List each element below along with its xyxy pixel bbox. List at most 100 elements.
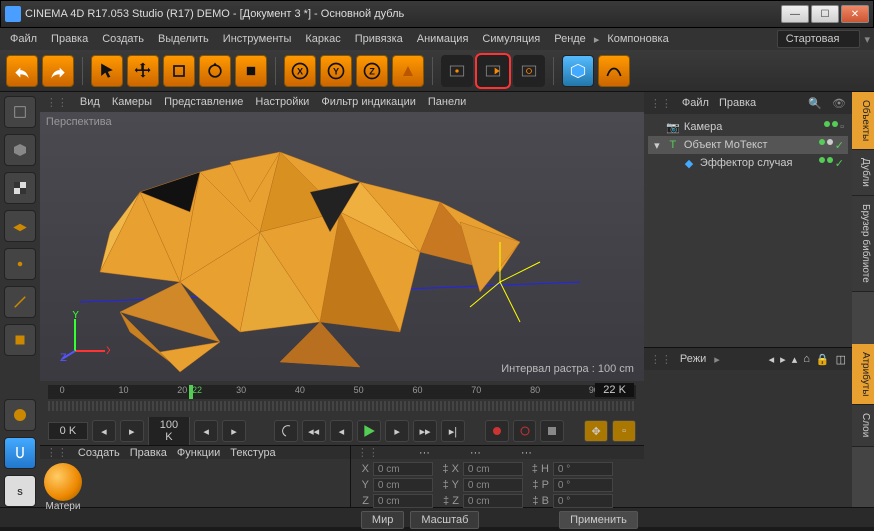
tab-layers[interactable]: Слои xyxy=(852,405,874,446)
menu-edit[interactable]: Правка xyxy=(45,31,94,47)
attr-mode[interactable]: Режи xyxy=(680,353,706,365)
workplane-button[interactable] xyxy=(4,210,36,242)
edge-mode-button[interactable] xyxy=(4,286,36,318)
timeline[interactable]: 0 10 20 22 30 40 50 60 70 80 90 22 K xyxy=(40,381,644,417)
home-icon[interactable]: ⌂ xyxy=(803,353,810,366)
mat-edit[interactable]: Правка xyxy=(130,447,167,459)
coord-h0[interactable]: ··· xyxy=(419,447,430,459)
start-frame[interactable]: 0 K xyxy=(48,422,88,440)
minimize-button[interactable]: — xyxy=(781,5,809,23)
x-axis-button[interactable]: X xyxy=(284,55,316,87)
next-range-icon[interactable]: ▸ xyxy=(120,420,144,442)
recent-tool[interactable] xyxy=(235,55,267,87)
pos-y[interactable] xyxy=(373,478,433,492)
next-frame-button[interactable]: ▸ xyxy=(385,420,409,442)
rot-b[interactable] xyxy=(553,494,613,508)
mat-create[interactable]: Создать xyxy=(78,447,120,459)
move-key-button[interactable]: ✥ xyxy=(584,420,608,442)
scale-tool[interactable] xyxy=(163,55,195,87)
size-x[interactable] xyxy=(463,462,523,476)
spline-button[interactable] xyxy=(598,55,630,87)
pos-z[interactable] xyxy=(373,494,433,508)
menu-select[interactable]: Выделить xyxy=(152,31,215,47)
make-editable-button[interactable] xyxy=(4,96,36,128)
nav-back-icon[interactable]: ◂ xyxy=(769,353,775,366)
prev-range-icon[interactable]: ◂ xyxy=(92,420,116,442)
menu-tools[interactable]: Инструменты xyxy=(217,31,298,47)
texture-mode-button[interactable] xyxy=(4,172,36,204)
object-tree[interactable]: 📷 Камера ▫ ▾ T Объект МоТекст ✓ ◆ Эффект… xyxy=(644,114,852,347)
autokey-button[interactable] xyxy=(513,420,537,442)
menu-render[interactable]: Ренде xyxy=(548,31,592,47)
redo-button[interactable] xyxy=(42,55,74,87)
render-view-button[interactable] xyxy=(441,55,473,87)
tab-takes[interactable]: Дубли xyxy=(852,150,874,196)
z-axis-button[interactable]: Z xyxy=(356,55,388,87)
tweak-button[interactable] xyxy=(4,399,36,431)
tab-attributes[interactable]: Атрибуты xyxy=(852,344,874,405)
coord-h1[interactable]: ··· xyxy=(470,447,481,459)
rot-h[interactable] xyxy=(553,462,613,476)
nav-fwd-icon[interactable]: ▸ xyxy=(780,353,786,366)
move-tool[interactable] xyxy=(127,55,159,87)
layout-selector[interactable]: Стартовая xyxy=(777,30,861,48)
menu-snap[interactable]: Привязка xyxy=(349,31,409,47)
rot-p[interactable] xyxy=(553,478,613,492)
menu-file[interactable]: Файл xyxy=(4,31,43,47)
scale-button[interactable]: Масштаб xyxy=(410,511,479,529)
menu-layout[interactable]: Компоновка xyxy=(601,31,674,47)
menu-mesh[interactable]: Каркас xyxy=(299,31,346,47)
material-preview[interactable] xyxy=(44,463,82,501)
next-key-button[interactable]: ▸▸ xyxy=(413,420,437,442)
vp-cameras[interactable]: Камеры xyxy=(112,96,152,108)
material-name[interactable]: Матери xyxy=(45,501,80,512)
poly-mode-button[interactable] xyxy=(4,324,36,356)
menu-create[interactable]: Создать xyxy=(96,31,150,47)
lock-icon[interactable]: 🔒 xyxy=(816,353,830,366)
vp-filter[interactable]: Фильтр индикации xyxy=(321,96,416,108)
goto-end-button[interactable]: ▸| xyxy=(441,420,465,442)
layout-dropdown-icon[interactable]: ▾ xyxy=(864,33,870,46)
model-mode-button[interactable] xyxy=(4,134,36,166)
prev-frame-button[interactable]: ◂ xyxy=(330,420,354,442)
goto-start-button[interactable] xyxy=(274,420,298,442)
coord-h2[interactable]: ··· xyxy=(521,447,532,459)
render-settings-button[interactable] xyxy=(513,55,545,87)
obj-search-icon[interactable]: 🔍 xyxy=(808,97,822,110)
nav-up-icon[interactable]: ▴ xyxy=(792,353,798,366)
world-button[interactable]: Мир xyxy=(361,511,404,529)
coord-system-button[interactable] xyxy=(392,55,424,87)
menu-simulation[interactable]: Симуляция xyxy=(476,31,546,47)
apply-button[interactable]: Применить xyxy=(559,511,638,529)
y-axis-button[interactable]: Y xyxy=(320,55,352,87)
obj-edit[interactable]: Правка xyxy=(719,97,756,109)
obj-file[interactable]: Файл xyxy=(682,97,709,109)
keyopt-button[interactable] xyxy=(540,420,564,442)
vp-options[interactable]: Настройки xyxy=(255,96,309,108)
new-icon[interactable]: ◫ xyxy=(836,353,846,366)
next-range2-icon[interactable]: ▸ xyxy=(222,420,246,442)
rotate-tool[interactable] xyxy=(199,55,231,87)
tab-objects[interactable]: Объекты xyxy=(852,92,874,150)
render-picture-button[interactable] xyxy=(477,55,509,87)
vp-display[interactable]: Представление xyxy=(164,96,243,108)
vp-view[interactable]: Вид xyxy=(80,96,100,108)
record-button[interactable] xyxy=(485,420,509,442)
mat-func[interactable]: Функции xyxy=(177,447,220,459)
maximize-button[interactable]: ☐ xyxy=(811,5,839,23)
snap-button[interactable] xyxy=(4,437,36,469)
end-frame[interactable]: 100 K xyxy=(148,416,191,446)
menu-animation[interactable]: Анимация xyxy=(411,31,475,47)
symmetry-button[interactable]: S xyxy=(4,475,36,507)
obj-eye-icon[interactable]: 👁 xyxy=(832,97,846,110)
scale-key-button[interactable]: ▫ xyxy=(612,420,636,442)
prev-range2-icon[interactable]: ◂ xyxy=(194,420,218,442)
viewport[interactable]: Перспектива xyxy=(40,112,644,381)
play-button[interactable] xyxy=(357,420,381,442)
prev-key-button[interactable]: ◂◂ xyxy=(302,420,326,442)
undo-button[interactable] xyxy=(6,55,38,87)
size-z[interactable] xyxy=(463,494,523,508)
point-mode-button[interactable] xyxy=(4,248,36,280)
size-y[interactable] xyxy=(463,478,523,492)
pos-x[interactable] xyxy=(373,462,433,476)
